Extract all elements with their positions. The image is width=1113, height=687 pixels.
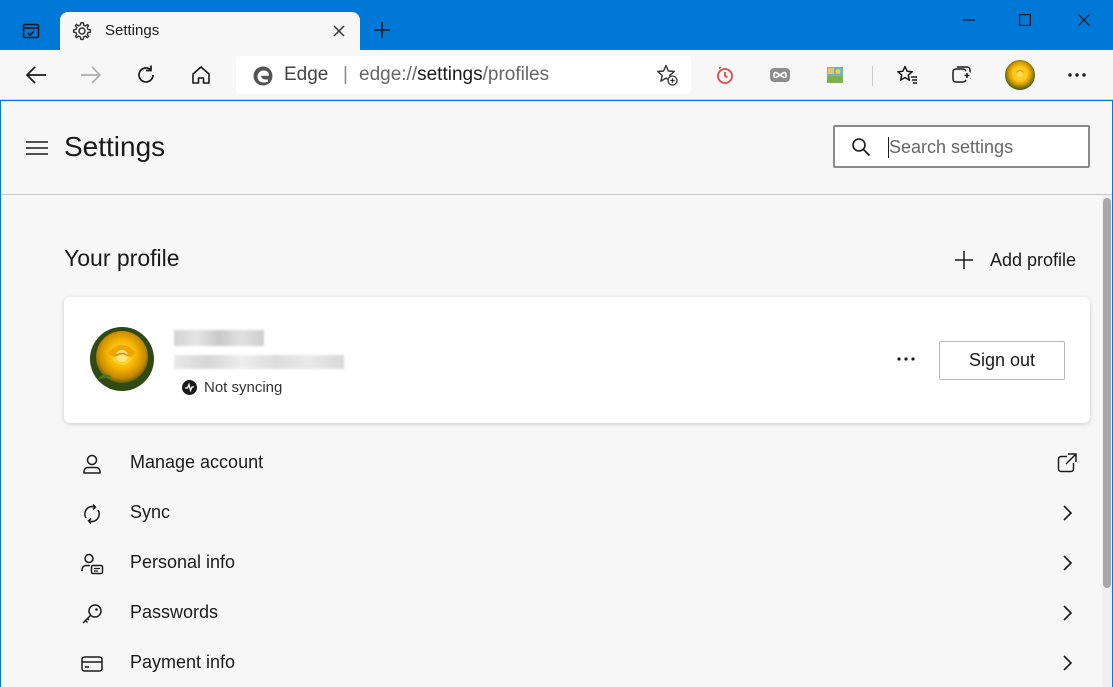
address-url: edge://settings/profiles [359,64,549,86]
menu-item-label: Sync [130,502,171,522]
avatar [1005,60,1035,90]
key-icon [82,604,102,624]
plus-icon [955,251,973,269]
address-bar[interactable]: Edge | edge://settings/profiles [236,56,691,94]
tab-settings[interactable]: Settings [60,12,360,50]
arrow-right-icon [81,66,102,84]
sync-icon [84,503,100,525]
infinity-icon [770,68,790,82]
menu-item-label: Manage account [130,452,264,472]
person-icon [83,454,101,474]
home-button[interactable] [184,58,218,92]
plus-icon [374,22,390,38]
minimize-icon [963,19,975,21]
more-horizontal-icon [1068,73,1086,77]
close-icon [333,25,345,37]
tab-close-button[interactable] [328,20,350,42]
menu-item-label: Payment info [130,652,236,672]
refresh-button[interactable] [129,58,163,92]
collections-button[interactable] [945,58,979,92]
profile-email-redacted [174,355,344,369]
url-host: settings [417,64,483,85]
toolbar-divider [872,66,873,86]
scrollbar-thumb[interactable] [1103,198,1111,588]
address-separator: | [343,64,348,85]
rose-avatar-image [90,327,154,391]
profile-name-redacted [174,330,264,346]
close-window-button[interactable] [1055,0,1113,40]
menu-item-passwords[interactable]: Passwords [64,588,1090,638]
sync-status: Not syncing [182,379,282,396]
chevron-right-icon [1063,505,1073,521]
tab-actions-icon [22,23,40,39]
header-divider [1,194,1112,195]
home-icon [192,66,210,84]
back-button[interactable] [19,58,53,92]
profile-more-button[interactable] [892,347,920,371]
page-title: Settings [64,131,166,162]
not-syncing-icon [182,380,197,395]
profile-avatar [90,327,154,391]
maximize-button[interactable] [996,0,1054,40]
sync-status-label: Not syncing [204,379,283,396]
extension-image-button[interactable] [818,58,852,92]
edge-logo-icon [253,66,273,86]
chevron-right-icon [1063,605,1073,621]
extension-infinity-button[interactable] [763,58,797,92]
more-menu-button[interactable] [1060,58,1094,92]
person-card-icon [81,553,104,575]
settings-page: Settings Your profile Add profile Not sy… [0,101,1113,687]
new-tab-button[interactable] [368,16,396,44]
extension-timer-button[interactable] [708,58,742,92]
profile-avatar-button[interactable] [1003,58,1037,92]
search-input[interactable] [889,136,1079,158]
favorites-button[interactable] [890,58,924,92]
external-link-icon [1057,453,1077,473]
search-icon [852,138,871,157]
photo-extension-icon [827,67,843,83]
search-settings-box[interactable] [833,125,1090,168]
favorites-icon [897,65,917,84]
maximize-icon [1019,14,1031,26]
tab-title: Settings [105,22,160,39]
chevron-right-icon [1063,655,1073,671]
collections-icon [952,66,972,83]
url-path: /profiles [482,64,550,85]
menu-item-label: Personal info [130,552,236,572]
browser-toolbar: Edge | edge://settings/profiles [0,50,1113,100]
close-icon [1078,14,1090,26]
url-prefix: edge:// [359,64,418,85]
menu-item-manage-account[interactable]: Manage account [64,438,1090,488]
hamburger-menu-icon[interactable] [25,139,49,157]
forward-button[interactable] [74,58,108,92]
menu-item-personal-info[interactable]: Personal info [64,538,1090,588]
address-brand: Edge [284,64,329,85]
add-profile-label: Add profile [990,249,1077,270]
gear-icon [72,22,92,41]
add-profile-button[interactable]: Add profile [953,246,1076,274]
menu-item-sync[interactable]: Sync [64,488,1090,538]
tab-actions-button[interactable] [14,14,48,48]
sign-out-button[interactable]: Sign out [939,341,1065,380]
arrow-left-icon [25,66,46,84]
chevron-right-icon [1063,555,1073,571]
timer-icon [717,66,733,84]
title-bar: Settings [0,0,1113,50]
add-favorite-icon[interactable] [655,63,679,87]
minimize-button[interactable] [940,0,998,40]
menu-item-label: Passwords [130,602,219,622]
menu-item-payment-info[interactable]: Payment info [64,638,1090,687]
more-horizontal-icon [897,357,915,361]
refresh-icon [138,65,154,83]
credit-card-icon [81,656,103,672]
profile-card: Not syncing Sign out [64,297,1090,423]
section-title-your-profile: Your profile [64,245,180,271]
